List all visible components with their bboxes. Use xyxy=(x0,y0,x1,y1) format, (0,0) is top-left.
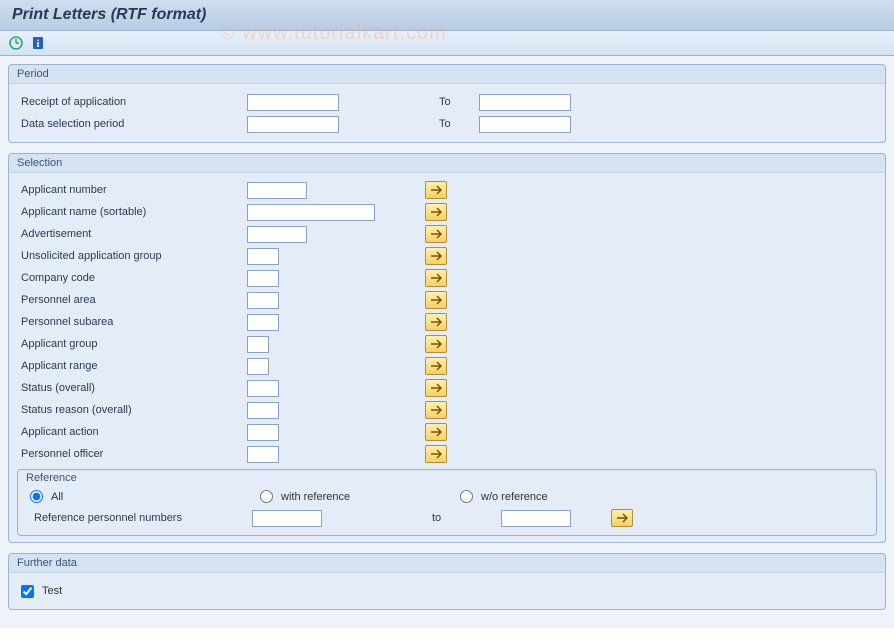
toolbar: i xyxy=(0,31,894,56)
selection-input[interactable] xyxy=(247,314,279,331)
ref-radio-without[interactable] xyxy=(460,490,473,503)
data-to-label: To xyxy=(439,118,479,130)
multiselect-button[interactable] xyxy=(425,401,447,419)
receipt-to-label: To xyxy=(439,96,479,108)
selection-label: Applicant range xyxy=(17,360,247,372)
selection-label: Applicant group xyxy=(17,338,247,350)
reference-group: Reference All with reference w/o referen… xyxy=(17,469,877,536)
multiselect-button[interactable] xyxy=(425,269,447,287)
selection-input[interactable] xyxy=(247,182,307,199)
period-group: Period Receipt of application To Data se… xyxy=(8,64,886,143)
test-checkbox-label[interactable]: Test xyxy=(17,585,62,598)
multiselect-button[interactable] xyxy=(425,423,447,441)
ref-from-input[interactable] xyxy=(252,510,322,527)
data-to-input[interactable] xyxy=(479,116,571,133)
ref-to-label: to xyxy=(432,512,441,524)
selection-row: Applicant group xyxy=(17,333,877,355)
selection-input[interactable] xyxy=(247,446,279,463)
ref-opt-without[interactable]: w/o reference xyxy=(460,490,548,503)
selection-group-title: Selection xyxy=(9,154,885,173)
test-checkbox[interactable] xyxy=(21,585,34,598)
multiselect-button[interactable] xyxy=(425,445,447,463)
selection-input[interactable] xyxy=(247,248,279,265)
selection-row: Status reason (overall) xyxy=(17,399,877,421)
selection-label: Status (overall) xyxy=(17,382,247,394)
period-group-title: Period xyxy=(9,65,885,84)
selection-row: Company code xyxy=(17,267,877,289)
ref-opt-with-label: with reference xyxy=(281,491,350,503)
data-from-input[interactable] xyxy=(247,116,339,133)
selection-label: Unsolicited application group xyxy=(17,250,247,262)
selection-label: Status reason (overall) xyxy=(17,404,247,416)
selection-row: Personnel subarea xyxy=(17,311,877,333)
ref-to-input[interactable] xyxy=(501,510,571,527)
receipt-label: Receipt of application xyxy=(17,96,247,108)
selection-row: Unsolicited application group xyxy=(17,245,877,267)
selection-label: Personnel area xyxy=(17,294,247,306)
content-area: Period Receipt of application To Data se… xyxy=(0,56,894,628)
receipt-to-input[interactable] xyxy=(479,94,571,111)
selection-row: Personnel officer xyxy=(17,443,877,465)
selection-row: Status (overall) xyxy=(17,377,877,399)
selection-label: Personnel officer xyxy=(17,448,247,460)
selection-input[interactable] xyxy=(247,270,279,287)
ref-opt-with[interactable]: with reference xyxy=(260,490,460,503)
selection-label: Advertisement xyxy=(17,228,247,240)
page-title: Print Letters (RTF format) xyxy=(0,0,894,31)
receipt-from-input[interactable] xyxy=(247,94,339,111)
further-data-group: Further data Test xyxy=(8,553,886,610)
selection-group: Selection Applicant number Applicant name… xyxy=(8,153,886,543)
ref-opt-without-label: w/o reference xyxy=(481,491,548,503)
execute-icon[interactable] xyxy=(8,35,24,51)
further-data-title: Further data xyxy=(9,554,885,573)
multiselect-button[interactable] xyxy=(425,203,447,221)
selection-row: Applicant name (sortable) xyxy=(17,201,877,223)
selection-label: Applicant name (sortable) xyxy=(17,206,247,218)
selection-label: Personnel subarea xyxy=(17,316,247,328)
ref-multiselect-button[interactable] xyxy=(611,509,633,527)
selection-row: Personnel area xyxy=(17,289,877,311)
ref-opt-all-label: All xyxy=(51,491,63,503)
selection-input[interactable] xyxy=(247,226,307,243)
selection-label: Applicant action xyxy=(17,426,247,438)
selection-input[interactable] xyxy=(247,204,375,221)
ref-radio-with[interactable] xyxy=(260,490,273,503)
selection-input[interactable] xyxy=(247,402,279,419)
multiselect-button[interactable] xyxy=(425,291,447,309)
selection-input[interactable] xyxy=(247,336,269,353)
selection-input[interactable] xyxy=(247,380,279,397)
selection-input[interactable] xyxy=(247,292,279,309)
info-icon[interactable]: i xyxy=(30,35,46,51)
multiselect-button[interactable] xyxy=(425,247,447,265)
multiselect-button[interactable] xyxy=(425,379,447,397)
selection-label: Company code xyxy=(17,272,247,284)
multiselect-button[interactable] xyxy=(425,357,447,375)
multiselect-button[interactable] xyxy=(425,335,447,353)
ref-opt-all[interactable]: All xyxy=(30,490,260,503)
reference-title: Reference xyxy=(18,470,876,486)
multiselect-button[interactable] xyxy=(425,313,447,331)
selection-row: Applicant action xyxy=(17,421,877,443)
selection-input[interactable] xyxy=(247,424,279,441)
test-label-text: Test xyxy=(42,585,62,597)
selection-row: Applicant number xyxy=(17,179,877,201)
multiselect-button[interactable] xyxy=(425,225,447,243)
data-sel-label: Data selection period xyxy=(17,118,247,130)
selection-input[interactable] xyxy=(247,358,269,375)
ref-radio-all[interactable] xyxy=(30,490,43,503)
svg-text:i: i xyxy=(37,39,40,50)
selection-label: Applicant number xyxy=(17,184,247,196)
multiselect-button[interactable] xyxy=(425,181,447,199)
ref-pernr-label: Reference personnel numbers xyxy=(30,512,252,524)
selection-row: Applicant range xyxy=(17,355,877,377)
selection-row: Advertisement xyxy=(17,223,877,245)
